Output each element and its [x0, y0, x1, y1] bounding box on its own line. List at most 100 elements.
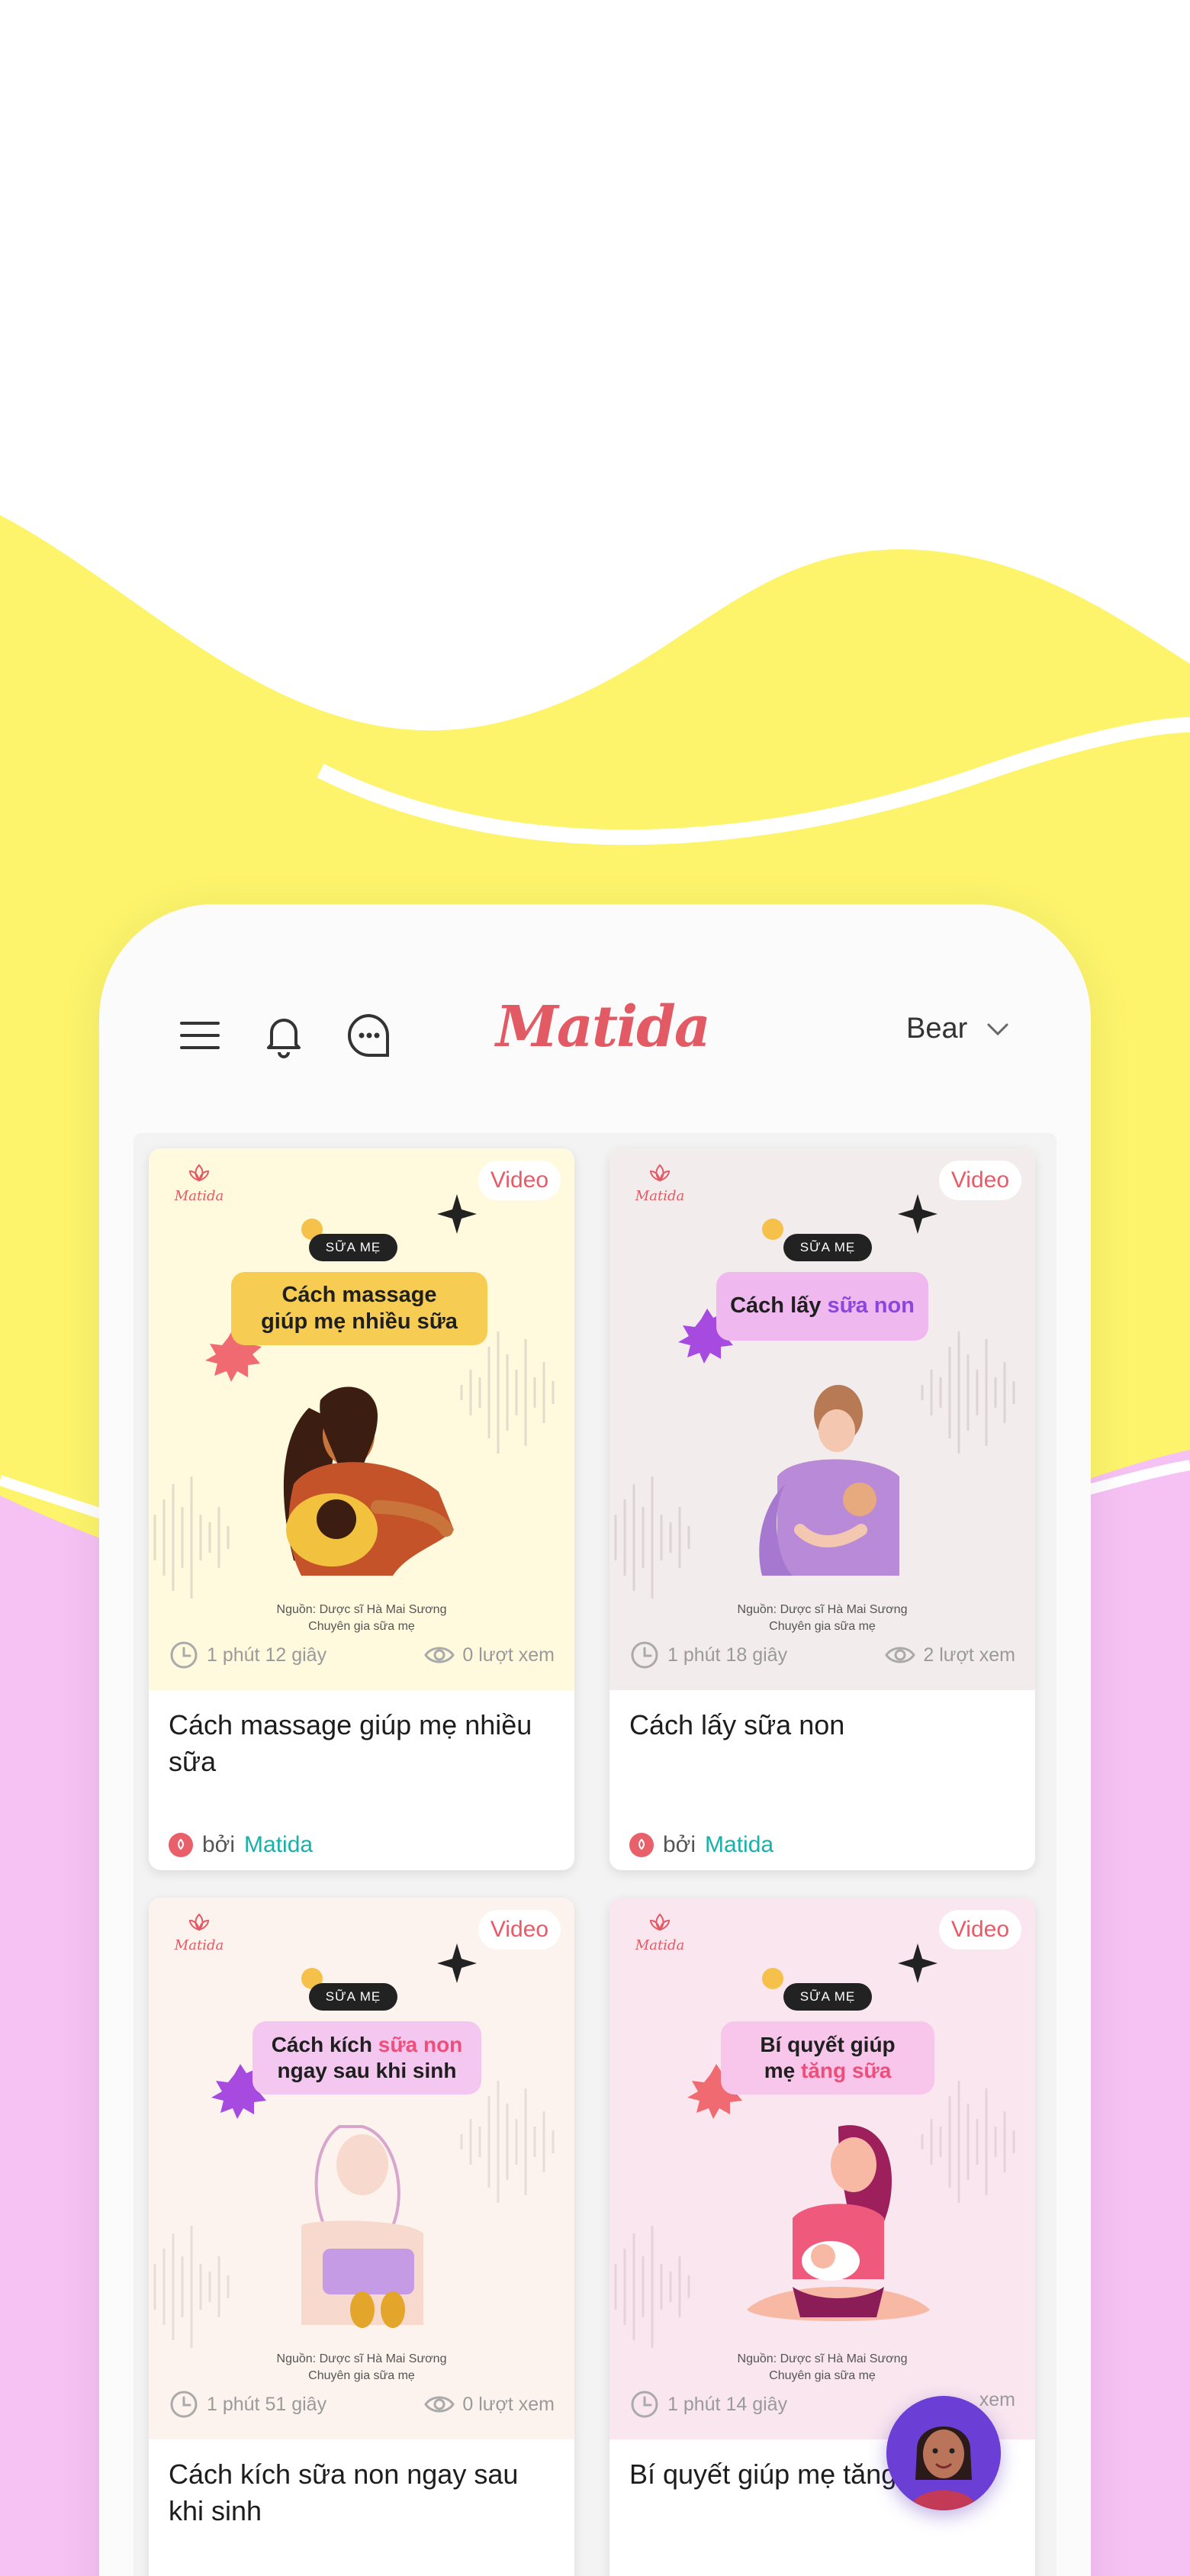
view-count: 0 lượt xem — [424, 1640, 555, 1670]
headline-line1: Bí quyết giúp — [760, 2032, 896, 2056]
views-text: xem — [979, 2389, 1015, 2410]
brand-mark: Matida — [169, 1908, 230, 1953]
duration-text: 1 phút 12 giây — [207, 1644, 327, 1666]
video-thumbnail: Matida Video SỮA MẸ Cách kích sữa non ng… — [149, 1898, 574, 2439]
thumbnail-headline: Cách lấy sữa non — [716, 1272, 928, 1341]
bell-icon[interactable] — [259, 1011, 308, 1060]
author-link[interactable]: Matida — [705, 1832, 774, 1858]
thumbnail-headline: Bí quyết giúp mẹ tăng sữa — [721, 2021, 934, 2095]
source-line2: Chuyên gia sữa mẹ — [769, 1619, 876, 1633]
brand-text: Matida — [174, 1937, 224, 1953]
video-card[interactable]: Matida Video SỮA MẸ Cách kích sữa non ng… — [149, 1898, 574, 2576]
source-credit: Nguồn: Dược sĩ Hà Mai Sương Chuyên gia s… — [609, 1602, 1035, 1634]
thumbnail-headline: Cách massage giúp mẹ nhiều sữa — [231, 1272, 487, 1345]
duration-text: 1 phút 51 giây — [207, 2393, 327, 2415]
headline-text: Cách kích — [271, 2032, 378, 2056]
app-logo: Matida — [496, 994, 711, 1060]
card-title: Cách lấy sữa non — [629, 1709, 845, 1740]
menu-icon[interactable] — [175, 1011, 224, 1060]
card-title: Cách kích sữa non ngay sau khi sinh — [169, 2458, 519, 2526]
category-tag: SỮA MẸ — [309, 1983, 397, 2011]
brand-text: Matida — [635, 1188, 685, 1204]
views-text: 0 lượt xem — [462, 1644, 555, 1666]
headline-line1: Cách massage — [281, 1282, 437, 1307]
headline-highlight: tăng sữa — [800, 2059, 892, 2082]
author-line: bởi Matida — [629, 1832, 774, 1858]
eye-icon — [424, 1647, 455, 1663]
card-body: Cách kích sữa non ngay sau khi sinh — [149, 2439, 574, 2576]
card-body: Cách lấy sữa non bởi Matida — [609, 1690, 1035, 1870]
headline-highlight: sữa non — [827, 1293, 915, 1319]
lotus-icon — [649, 1164, 671, 1182]
video-badge: Video — [938, 1161, 1021, 1200]
lotus-icon — [649, 1913, 671, 1931]
author-line: bởi Matida — [169, 1832, 313, 1858]
view-count: xem — [979, 2389, 1015, 2411]
profile-selector[interactable]: Bear — [906, 1013, 1013, 1045]
duration-text: 1 phút 14 giây — [667, 2393, 788, 2415]
video-thumbnail: Matida Video SỮA MẸ Bí quyết giúp mẹ tăn… — [609, 1898, 1035, 2439]
author-link[interactable]: Matida — [244, 1832, 313, 1858]
video-thumbnail: Matida Video SỮA MẸ Cách massage giúp mẹ… — [149, 1148, 574, 1690]
author-prefix: bởi — [663, 1832, 696, 1857]
video-badge: Video — [478, 1161, 561, 1200]
chat-icon[interactable] — [345, 1011, 394, 1060]
eye-icon — [885, 1647, 916, 1663]
lotus-icon — [638, 1838, 645, 1850]
headline-line1: Cách lấy sữa non — [730, 1293, 915, 1319]
clock-icon — [631, 1641, 658, 1669]
author-avatar — [629, 1833, 654, 1857]
clock-icon — [170, 2391, 198, 2418]
duration-text: 1 phút 18 giây — [667, 1644, 788, 1666]
source-credit: Nguồn: Dược sĩ Hà Mai Sương Chuyên gia s… — [149, 1602, 574, 1634]
video-thumbnail: Matida Video SỮA MẸ Cách lấy sữa non Ngu… — [609, 1148, 1035, 1690]
source-line2: Chuyên gia sữa mẹ — [308, 2368, 415, 2382]
author-avatar — [169, 1833, 193, 1857]
clock-icon — [170, 1641, 198, 1669]
video-feed: Matida Video SỮA MẸ Cách massage giúp mẹ… — [133, 1133, 1057, 2576]
source-line1: Nguồn: Dược sĩ Hà Mai Sương — [276, 1603, 447, 1616]
source-line1: Nguồn: Dược sĩ Hà Mai Sương — [737, 1603, 908, 1616]
assistant-avatar-button[interactable] — [886, 2396, 1001, 2510]
assistant-avatar-icon — [886, 2396, 1001, 2510]
headline-line1: Cách kích sữa non — [272, 2032, 463, 2058]
headline-text: mẹ — [764, 2059, 801, 2082]
author-prefix: bởi — [202, 1832, 236, 1857]
app-header: Matida Bear — [99, 904, 1091, 1133]
views-text: 2 lượt xem — [923, 1644, 1015, 1666]
source-credit: Nguồn: Dược sĩ Hà Mai Sương Chuyên gia s… — [609, 2351, 1035, 2384]
headline-line2: ngay sau khi sinh — [277, 2059, 457, 2082]
category-tag: SỮA MẸ — [783, 1234, 872, 1261]
brand-mark: Matida — [629, 1159, 690, 1204]
headline-line2: giúp mẹ nhiều sữa — [261, 1309, 458, 1334]
source-line1: Nguồn: Dược sĩ Hà Mai Sương — [276, 2352, 447, 2365]
headline-line2: mẹ tăng sữa — [764, 2058, 892, 2084]
views-text: 0 lượt xem — [462, 2393, 555, 2415]
source-line1: Nguồn: Dược sĩ Hà Mai Sương — [737, 2352, 908, 2365]
profile-name: Bear — [906, 1013, 968, 1045]
video-badge: Video — [938, 1910, 1021, 1950]
chevron-down-icon — [987, 1023, 1008, 1035]
view-count: 0 lượt xem — [424, 2389, 555, 2420]
brand-text: Matida — [635, 1937, 685, 1953]
video-card[interactable]: Matida Video SỮA MẸ Cách lấy sữa non Ngu… — [609, 1148, 1035, 1870]
clock-icon — [631, 2391, 658, 2418]
duration: 1 phút 14 giây — [629, 2389, 787, 2420]
video-badge: Video — [478, 1910, 561, 1950]
brand-mark: Matida — [169, 1159, 230, 1204]
source-credit: Nguồn: Dược sĩ Hà Mai Sương Chuyên gia s… — [149, 2351, 574, 2384]
eye-icon — [424, 2396, 455, 2413]
duration: 1 phút 18 giây — [629, 1640, 787, 1670]
lotus-icon — [188, 1164, 210, 1182]
card-title: Cách massage giúp mẹ nhiều sữa — [169, 1709, 532, 1777]
video-card[interactable]: Matida Video SỮA MẸ Cách massage giúp mẹ… — [149, 1148, 574, 1870]
lotus-icon — [178, 1838, 184, 1850]
headline-highlight: sữa non — [378, 2032, 463, 2056]
brand-mark: Matida — [629, 1908, 690, 1953]
headline-text: Cách lấy — [730, 1293, 828, 1319]
source-line2: Chuyên gia sữa mẹ — [308, 1619, 415, 1633]
view-count: 2 lượt xem — [885, 1640, 1015, 1670]
category-tag: SỮA MẸ — [783, 1983, 872, 2011]
duration: 1 phút 51 giây — [169, 2389, 326, 2420]
brand-text: Matida — [174, 1188, 224, 1204]
